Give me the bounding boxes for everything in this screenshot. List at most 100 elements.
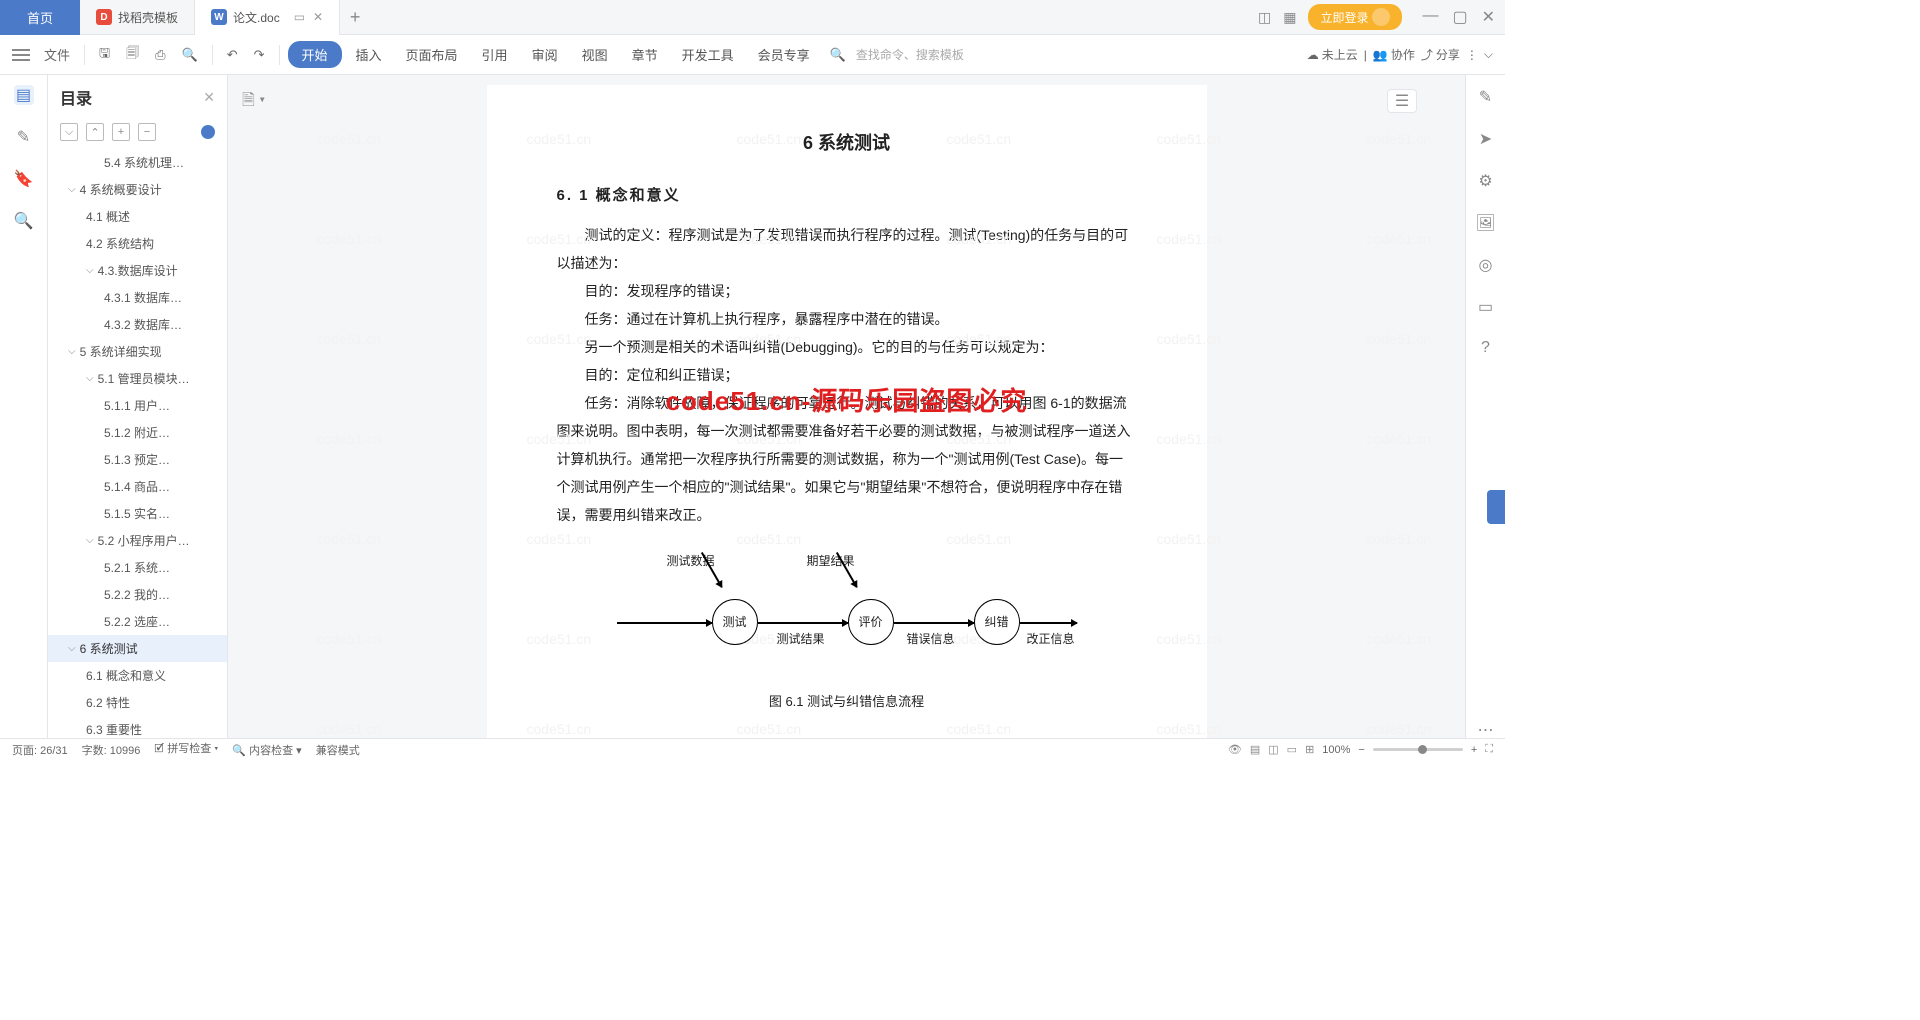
collapse-icon[interactable]: ⌵ bbox=[1484, 47, 1493, 62]
outline-item[interactable]: 5.4 系统机理… bbox=[48, 149, 227, 176]
promote-icon[interactable]: + bbox=[112, 123, 130, 141]
collapse-all-icon[interactable]: ⌵ bbox=[60, 123, 78, 141]
tab-add[interactable]: + bbox=[340, 7, 370, 28]
word-count[interactable]: 字数: 10996 bbox=[82, 742, 141, 758]
view-read-icon[interactable]: ⊞ bbox=[1305, 743, 1314, 756]
tab-template[interactable]: D 找稻壳模板 bbox=[80, 0, 195, 35]
spell-check[interactable]: 🗹 拼写检查 ▾ bbox=[154, 740, 218, 759]
share-button[interactable]: ⤴ 分享 bbox=[1421, 46, 1460, 63]
diagram-label: 改正信息 bbox=[1027, 627, 1075, 651]
layout-icon[interactable]: ◫ bbox=[1258, 9, 1271, 26]
outline-item[interactable]: 5.2.1 系统… bbox=[48, 554, 227, 581]
eye-icon[interactable]: 👁 bbox=[1228, 743, 1242, 756]
outline-item[interactable]: 5.2.2 选座… bbox=[48, 608, 227, 635]
expand-all-icon[interactable]: ⌃ bbox=[86, 123, 104, 141]
redo-icon[interactable]: ↷ bbox=[248, 43, 271, 67]
pen-icon[interactable]: ✎ bbox=[1479, 87, 1492, 107]
watermark-bg: code51.cn bbox=[1367, 225, 1432, 253]
outline-item[interactable]: ⌵5 系统详细实现 bbox=[48, 338, 227, 365]
more-icon[interactable]: ⋮ bbox=[1466, 48, 1478, 62]
outline-item[interactable]: 5.1.1 用户… bbox=[48, 392, 227, 419]
outline-item[interactable]: 5.1.4 商品… bbox=[48, 473, 227, 500]
para-settings-icon[interactable]: ☰ bbox=[1387, 89, 1417, 113]
tab-layout[interactable]: 页面布局 bbox=[396, 41, 468, 68]
view-web-icon[interactable]: ▭ bbox=[1287, 743, 1297, 756]
outline-item[interactable]: 4.3.1 数据库… bbox=[48, 284, 227, 311]
watermark-bg: code51.cn bbox=[1157, 125, 1222, 153]
toolbar: 文件 🖫 🗐 ⎙ 🔍 ↶ ↷ 开始 插入 页面布局 引用 审阅 视图 章节 开发… bbox=[0, 35, 1505, 75]
outline-list[interactable]: 5.4 系统机理…⌵4 系统概要设计4.1 概述4.2 系统结构⌵4.3.数据库… bbox=[48, 149, 227, 740]
heading-2-a: 6. 1 概念和意义 bbox=[557, 181, 1137, 211]
tab-home[interactable]: 首页 bbox=[0, 0, 80, 35]
tab-devtools[interactable]: 开发工具 bbox=[672, 41, 744, 68]
zoom-in-icon[interactable]: + bbox=[1471, 744, 1477, 756]
image-icon[interactable]: 🖼 bbox=[1475, 213, 1495, 233]
tab-chapter[interactable]: 章节 bbox=[622, 41, 668, 68]
help-icon[interactable]: ? bbox=[1481, 339, 1490, 357]
content-check[interactable]: 🔍 内容检查 ▾ bbox=[232, 742, 301, 758]
page-action-icon[interactable]: 🗎 ▾ bbox=[242, 89, 265, 116]
outline-icon[interactable]: ▤ bbox=[14, 85, 34, 105]
collab-button[interactable]: 👥 协作 bbox=[1373, 46, 1415, 63]
document-area[interactable]: 🗎 ▾ ☰ code51.cncode51.cncode51.cncode51.… bbox=[228, 75, 1465, 740]
cloud-status[interactable]: ☁ 未上云 bbox=[1307, 46, 1358, 63]
outline-item[interactable]: ⌵5.2 小程序用户… bbox=[48, 527, 227, 554]
minimize-icon[interactable]: — bbox=[1422, 7, 1438, 27]
search-input[interactable]: 查找命令、搜索模板 bbox=[856, 46, 964, 63]
undo-icon[interactable]: ↶ bbox=[221, 43, 244, 67]
brush-icon[interactable]: ✎ bbox=[14, 127, 34, 147]
bookmark-icon[interactable]: 🔖 bbox=[14, 169, 34, 189]
outline-item[interactable]: 6.2 特性 bbox=[48, 689, 227, 716]
outline-item[interactable]: 4.2 系统结构 bbox=[48, 230, 227, 257]
page-indicator[interactable]: 页面: 26/31 bbox=[12, 742, 68, 758]
tab-window-icon[interactable]: ▭ bbox=[294, 10, 305, 24]
save-format-icon[interactable]: 🗐 bbox=[120, 40, 145, 70]
outline-item[interactable]: ⌵4.3.数据库设计 bbox=[48, 257, 227, 284]
outline-item[interactable]: ⌵4 系统概要设计 bbox=[48, 176, 227, 203]
demote-icon[interactable]: − bbox=[138, 123, 156, 141]
outline-item[interactable]: ⌵6 系统测试 bbox=[48, 635, 227, 662]
zoom-out-icon[interactable]: − bbox=[1358, 744, 1364, 756]
close-window-icon[interactable]: ✕ bbox=[1482, 7, 1495, 27]
watermark-bg: code51.cn bbox=[317, 525, 382, 553]
preview-icon[interactable]: 🔍 bbox=[176, 43, 204, 67]
view-outline-icon[interactable]: ◫ bbox=[1268, 743, 1278, 756]
tab-insert[interactable]: 插入 bbox=[346, 41, 392, 68]
tab-reference[interactable]: 引用 bbox=[472, 41, 518, 68]
zoom-slider[interactable] bbox=[1373, 748, 1463, 751]
menu-icon[interactable] bbox=[12, 49, 30, 61]
grid-icon[interactable]: ▦ bbox=[1283, 9, 1296, 26]
cursor-icon[interactable]: ➤ bbox=[1479, 129, 1492, 149]
outline-item[interactable]: 4.1 概述 bbox=[48, 203, 227, 230]
compass-icon[interactable]: ◎ bbox=[1479, 255, 1493, 275]
tab-vip[interactable]: 会员专享 bbox=[748, 41, 820, 68]
more-tools-icon[interactable]: ⋯ bbox=[1478, 720, 1494, 740]
search-side-icon[interactable]: 🔍 bbox=[14, 211, 34, 231]
side-pull-icon[interactable] bbox=[1487, 490, 1505, 524]
outline-item[interactable]: 5.1.5 实名… bbox=[48, 500, 227, 527]
tab-start[interactable]: 开始 bbox=[288, 41, 342, 68]
outline-item[interactable]: 4.3.2 数据库… bbox=[48, 311, 227, 338]
zoom-value[interactable]: 100% bbox=[1322, 744, 1350, 756]
login-button[interactable]: 立即登录 bbox=[1308, 4, 1402, 30]
fullscreen-icon[interactable]: ⛶ bbox=[1485, 743, 1493, 756]
outline-item[interactable]: 6.3 重要性 bbox=[48, 716, 227, 740]
print-icon[interactable]: ⎙ bbox=[149, 43, 171, 67]
save-icon[interactable]: 🖫 bbox=[93, 40, 116, 70]
view-page-icon[interactable]: ▤ bbox=[1250, 743, 1260, 756]
settings-icon[interactable]: ⚙ bbox=[1478, 171, 1492, 191]
tab-review[interactable]: 审阅 bbox=[522, 41, 568, 68]
tab-document[interactable]: W 论文.doc ▭ ✕ bbox=[195, 0, 340, 35]
outline-close-icon[interactable]: ✕ bbox=[203, 89, 215, 106]
avatar-icon bbox=[1372, 8, 1390, 26]
tab-view[interactable]: 视图 bbox=[572, 41, 618, 68]
file-menu[interactable]: 文件 bbox=[38, 41, 76, 68]
close-icon[interactable]: ✕ bbox=[313, 10, 323, 24]
maximize-icon[interactable]: ▢ bbox=[1452, 7, 1467, 27]
outline-item[interactable]: 5.1.2 附近… bbox=[48, 419, 227, 446]
outline-item[interactable]: 6.1 概念和意义 bbox=[48, 662, 227, 689]
reading-icon[interactable]: ▭ bbox=[1478, 297, 1493, 317]
outline-item[interactable]: 5.1.3 预定… bbox=[48, 446, 227, 473]
outline-item[interactable]: ⌵5.1 管理员模块… bbox=[48, 365, 227, 392]
outline-item[interactable]: 5.2.2 我的… bbox=[48, 581, 227, 608]
